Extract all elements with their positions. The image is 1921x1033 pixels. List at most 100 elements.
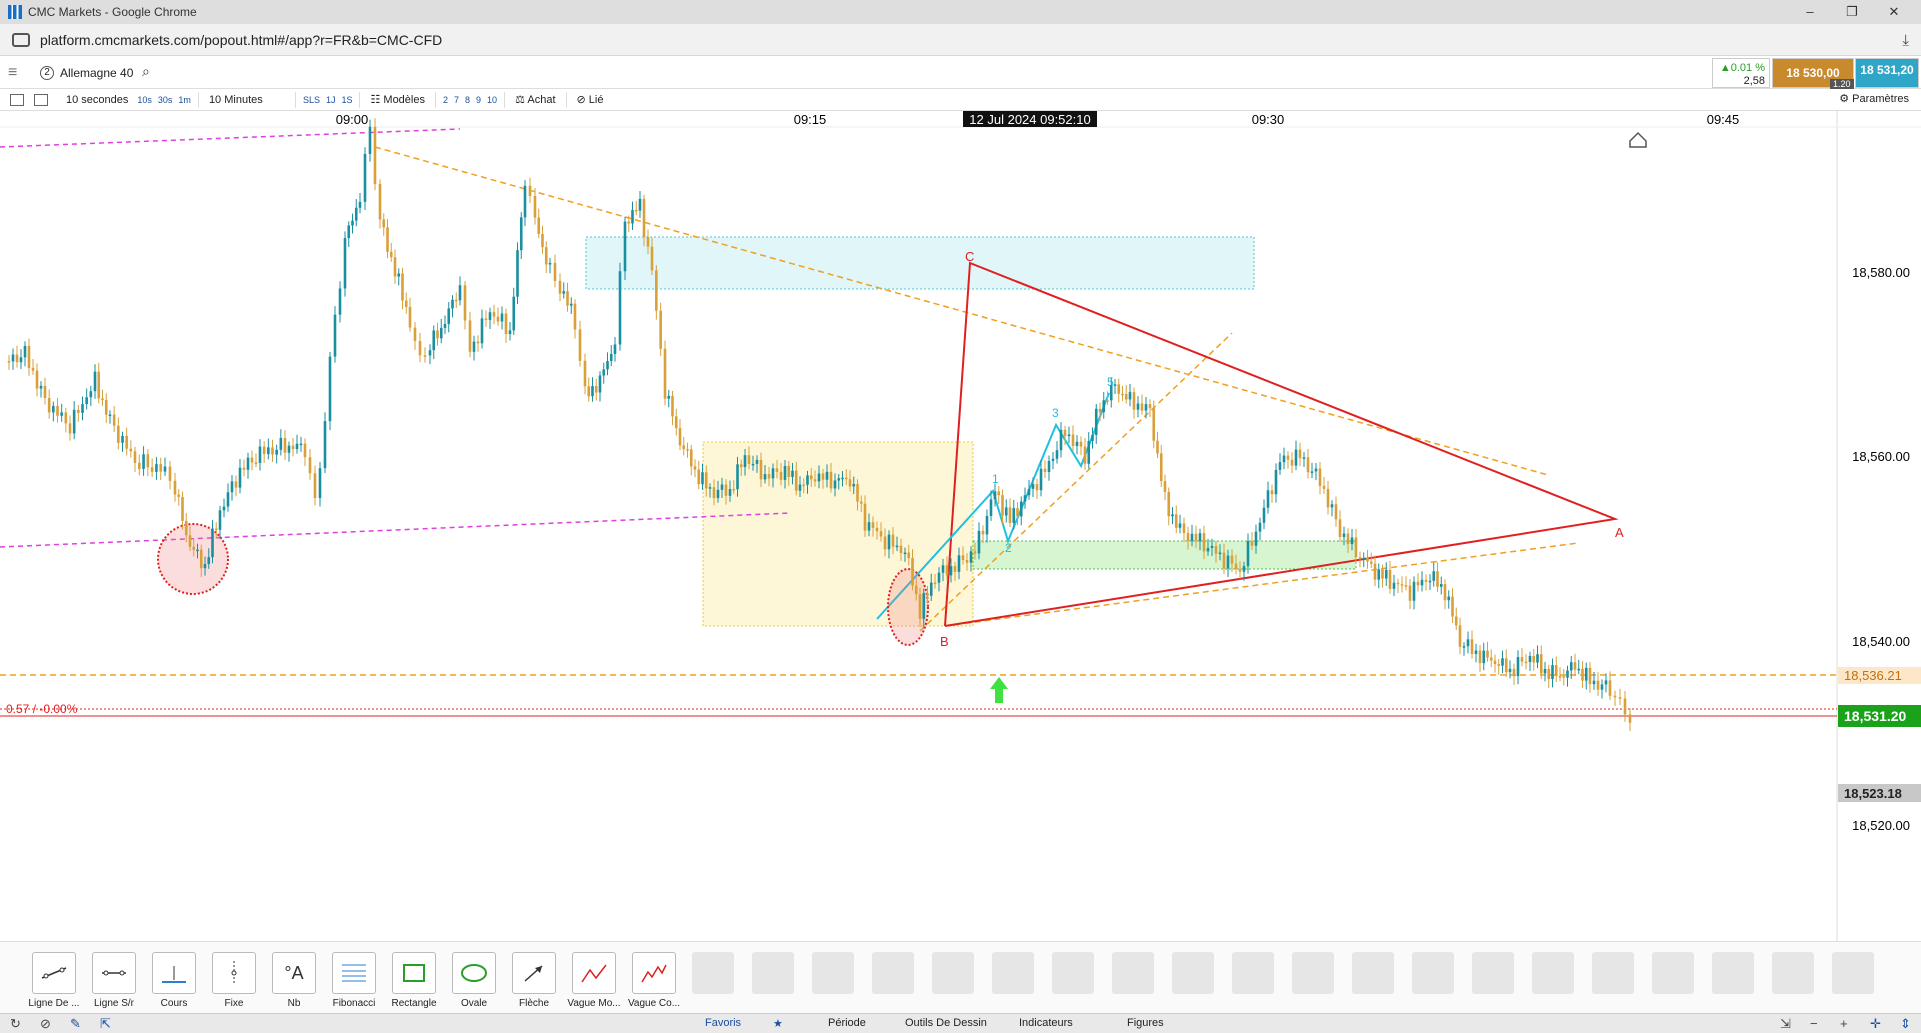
tool-price[interactable]: Cours: [146, 952, 202, 1009]
empty-tool-slot[interactable]: [932, 952, 974, 994]
close-icon[interactable]: ✕: [1873, 0, 1915, 24]
menu-icon[interactable]: ≡: [8, 64, 17, 82]
tab-period[interactable]: Période: [828, 1017, 866, 1029]
empty-tool-slot[interactable]: [1532, 952, 1574, 994]
highlight-ellipse[interactable]: [887, 568, 929, 646]
tool-arrow[interactable]: Flèche: [506, 952, 562, 1009]
tool-sr-line[interactable]: Ligne S/r: [86, 952, 142, 1009]
tab-drawing-tools[interactable]: Outils De Dessin: [905, 1017, 987, 1029]
empty-tool-slot[interactable]: [752, 952, 794, 994]
crosshair-icon[interactable]: ✛: [1870, 1016, 1881, 1032]
empty-tool-slot[interactable]: [872, 952, 914, 994]
zoom-fit-icon[interactable]: ⇲: [1780, 1016, 1791, 1032]
buy-price-button[interactable]: 18 531,20: [1855, 58, 1919, 88]
chart-canvas[interactable]: 09:00 09:15 12 Jul 2024 09:52:10 09:30 0…: [0, 111, 1921, 941]
tab-figures[interactable]: Figures: [1127, 1017, 1164, 1029]
empty-tool-slot[interactable]: [812, 952, 854, 994]
tab-indicators[interactable]: Indicateurs: [1019, 1017, 1073, 1029]
candle: [207, 557, 211, 565]
range-select[interactable]: 10 Minutes: [203, 94, 291, 106]
restore-icon[interactable]: ❐: [1831, 0, 1873, 24]
tab-favorites[interactable]: Favoris: [705, 1017, 741, 1029]
tool-rectangle[interactable]: Rectangle: [386, 952, 442, 1009]
consolidation-zone[interactable]: [702, 441, 974, 627]
tool-text[interactable]: °A Nb: [266, 952, 322, 1009]
download-icon[interactable]: ⤓: [1902, 32, 1909, 49]
spread-badge: 1.20: [1830, 79, 1854, 89]
candle: [922, 593, 926, 619]
empty-tool-slot[interactable]: [1232, 952, 1274, 994]
cursor-icon[interactable]: ⇱: [100, 1016, 111, 1032]
range-1s[interactable]: 1S: [338, 95, 355, 105]
range-1j[interactable]: 1J: [323, 95, 339, 105]
url-field[interactable]: platform.cmcmarkets.com/popout.html#/app…: [40, 32, 442, 48]
candle: [333, 314, 337, 357]
cancel-icon[interactable]: ⊘: [40, 1016, 51, 1032]
layout-7[interactable]: 7: [451, 95, 462, 105]
interval-select[interactable]: 10 secondes: [60, 94, 134, 106]
templates-button[interactable]: ☷ Modèles: [364, 93, 431, 106]
empty-tool-slot[interactable]: [692, 952, 734, 994]
candle: [318, 468, 322, 499]
range-sls[interactable]: SLS: [300, 95, 323, 105]
candle: [1478, 650, 1482, 664]
empty-tool-slot[interactable]: [1172, 952, 1214, 994]
minimize-icon[interactable]: –: [1789, 0, 1831, 24]
tool-trendline[interactable]: Ligne De ...: [26, 952, 82, 1009]
price-label: 18,580.00: [1852, 265, 1910, 280]
tool-motive-wave[interactable]: Vague Mo...: [566, 952, 622, 1009]
layout-10[interactable]: 10: [484, 95, 500, 105]
candle: [1314, 468, 1318, 472]
tool-fibonacci[interactable]: Fibonacci: [326, 952, 382, 1009]
zoom-out-icon[interactable]: −: [1810, 1016, 1818, 1031]
interval-1m[interactable]: 1m: [175, 95, 194, 105]
interval-10s[interactable]: 10s: [134, 95, 155, 105]
empty-tool-slot[interactable]: [992, 952, 1034, 994]
empty-tool-slot[interactable]: [1652, 952, 1694, 994]
site-info-icon[interactable]: [12, 32, 30, 47]
support-zone[interactable]: [972, 540, 1357, 570]
empty-tool-slot[interactable]: [1112, 952, 1154, 994]
settings-button[interactable]: ⚙ Paramètres: [1839, 92, 1909, 105]
tool-corrective-wave[interactable]: Vague Co...: [626, 952, 682, 1009]
layout-icon[interactable]: [34, 93, 48, 106]
layout-2[interactable]: 2: [440, 95, 451, 105]
empty-tool-slot[interactable]: [1412, 952, 1454, 994]
tool-oval[interactable]: Ovale: [446, 952, 502, 1009]
resistance-zone[interactable]: [585, 236, 1255, 290]
link-button[interactable]: ⊘ Lié: [571, 93, 610, 106]
link-group-badge[interactable]: 2: [40, 66, 54, 80]
interval-30s[interactable]: 30s: [155, 95, 176, 105]
empty-tool-slot[interactable]: [1472, 952, 1514, 994]
candle: [1613, 695, 1617, 698]
empty-tool-slot[interactable]: [1592, 952, 1634, 994]
zoom-in-icon[interactable]: +: [1840, 1016, 1848, 1031]
candle: [496, 316, 500, 322]
search-icon[interactable]: ⌕: [142, 63, 150, 80]
candle: [1109, 385, 1113, 401]
instrument-name[interactable]: Allemagne 40: [60, 66, 133, 80]
candle: [1516, 657, 1520, 677]
highlight-circle[interactable]: [157, 523, 229, 595]
candle: [81, 404, 84, 413]
layout-9[interactable]: 9: [473, 95, 484, 105]
tool-fixed[interactable]: Fixe: [206, 952, 262, 1009]
star-icon[interactable]: ★: [773, 1017, 783, 1030]
layout-8[interactable]: 8: [462, 95, 473, 105]
empty-tool-slot[interactable]: [1712, 952, 1754, 994]
empty-tool-slot[interactable]: [1832, 952, 1874, 994]
candle: [926, 593, 929, 596]
empty-tool-slot[interactable]: [1292, 952, 1334, 994]
candle: [1346, 533, 1350, 545]
buy-button[interactable]: ⚖ Achat: [509, 93, 561, 106]
candle: [1266, 490, 1270, 508]
refresh-icon[interactable]: ↻: [10, 1016, 21, 1032]
expand-icon[interactable]: ⇕: [1900, 1016, 1911, 1032]
list-icon[interactable]: [10, 93, 24, 106]
empty-tool-slot[interactable]: [1772, 952, 1814, 994]
candle: [52, 405, 55, 413]
empty-tool-slot[interactable]: [1352, 952, 1394, 994]
pencil-icon[interactable]: ✎: [70, 1016, 81, 1032]
price-chart[interactable]: 09:00 09:15 12 Jul 2024 09:52:10 09:30 0…: [0, 111, 1921, 941]
empty-tool-slot[interactable]: [1052, 952, 1094, 994]
